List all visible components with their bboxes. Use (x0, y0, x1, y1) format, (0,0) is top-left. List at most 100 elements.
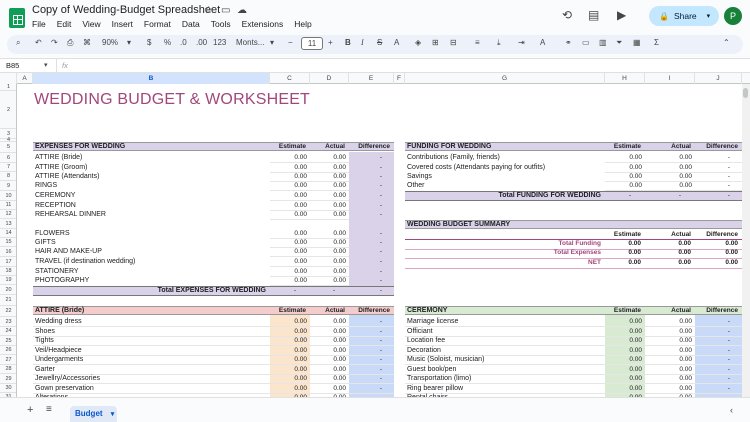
vertical-scrollbar[interactable] (742, 84, 750, 397)
align-left-icon[interactable]: ≡ (475, 38, 480, 47)
column-header[interactable]: G (405, 73, 605, 84)
fill-color-icon[interactable]: ◈ (415, 38, 421, 47)
menu-extensions[interactable]: Extensions (242, 19, 284, 29)
chevron-down-icon[interactable]: ▾ (707, 12, 711, 20)
move-folder-icon[interactable]: ▭ (221, 5, 230, 16)
percent-button[interactable]: % (164, 38, 171, 47)
column-header[interactable]: C (270, 73, 310, 84)
comments-icon[interactable]: ▤ (588, 8, 599, 22)
row-header[interactable]: 11 (0, 201, 16, 210)
column-header[interactable]: H (605, 73, 645, 84)
menu-help[interactable]: Help (294, 19, 311, 29)
row-header[interactable]: 17 (0, 257, 16, 267)
row-header[interactable]: 12 (0, 210, 16, 219)
row-header[interactable]: 30 (0, 384, 16, 393)
row-header[interactable]: 7 (0, 163, 16, 172)
currency-button[interactable]: $ (147, 38, 151, 47)
text-color-icon[interactable]: A (394, 38, 399, 47)
menu-edit[interactable]: Edit (57, 19, 72, 29)
link-icon[interactable]: ⚭ (565, 38, 572, 47)
functions-icon[interactable]: Σ (654, 38, 659, 47)
history-icon[interactable]: ⟲ (562, 8, 572, 22)
name-box[interactable]: B85 (6, 61, 19, 70)
text-rotate-icon[interactable]: A (540, 38, 545, 47)
sheet-tab-budget[interactable]: Budget ▾ (70, 406, 117, 422)
column-header[interactable]: D (310, 73, 349, 84)
row-header[interactable]: 20 (0, 285, 16, 295)
menu-insert[interactable]: Insert (112, 19, 133, 29)
add-sheet-icon[interactable]: + (27, 404, 33, 416)
all-sheets-icon[interactable]: ≡ (46, 404, 52, 415)
row-header[interactable]: 14 (0, 229, 16, 238)
column-header[interactable]: J (695, 73, 742, 84)
menu-view[interactable]: View (82, 19, 100, 29)
print-icon[interactable]: ⎙ (67, 38, 73, 48)
document-title[interactable]: Copy of Wedding-Budget Spreadsheet (32, 4, 220, 16)
row-header[interactable]: 25 (0, 336, 16, 346)
sheet-grid[interactable]: WEDDING BUDGET & WORKSHEET EXPENSES FOR … (17, 84, 742, 397)
row-header[interactable]: 9 (0, 181, 16, 191)
row-header[interactable]: 19 (0, 276, 16, 285)
increase-decimal-button[interactable]: .00 (196, 38, 207, 47)
insert-chart-icon[interactable]: ▥ (599, 38, 607, 47)
row-header[interactable]: 22 (0, 306, 16, 317)
column-header[interactable]: F (394, 73, 405, 84)
row-header[interactable]: 6 (0, 153, 16, 163)
row-header[interactable]: 1 (0, 84, 16, 91)
column-header[interactable]: A (17, 73, 33, 84)
row-header[interactable]: 13 (0, 219, 16, 229)
more-formats-button[interactable]: 123 (213, 38, 226, 47)
merge-cells-icon[interactable]: ⊟ (450, 38, 457, 47)
row-header[interactable]: 21 (0, 295, 16, 306)
undo-icon[interactable]: ↶ (35, 38, 42, 47)
text-wrap-icon[interactable]: ⇥ (518, 38, 525, 47)
chevron-left-icon[interactable]: ‹ (730, 405, 733, 415)
chevron-down-icon[interactable]: ▾ (127, 38, 131, 47)
menu-tools[interactable]: Tools (211, 19, 231, 29)
redo-icon[interactable]: ↷ (51, 38, 58, 47)
filter-views-icon[interactable]: ▦ (633, 38, 641, 47)
row-header[interactable]: 28 (0, 365, 16, 374)
row-header[interactable]: 15 (0, 238, 16, 247)
formula-input[interactable] (80, 61, 730, 71)
column-header[interactable]: E (349, 73, 394, 84)
avatar[interactable]: P (724, 7, 742, 25)
sheets-logo-icon[interactable] (9, 8, 25, 28)
column-header[interactable]: I (645, 73, 695, 84)
row-header[interactable]: 24 (0, 327, 16, 336)
zoom-select[interactable]: 90% (102, 38, 118, 47)
italic-icon[interactable]: I (361, 38, 364, 47)
row-header[interactable]: 2 (0, 91, 16, 129)
insert-comment-icon[interactable]: ▭ (582, 38, 590, 47)
cloud-status-icon[interactable]: ☁ (237, 5, 247, 16)
scrollbar-thumb[interactable] (743, 88, 748, 98)
bold-icon[interactable]: B (345, 38, 351, 47)
row-header[interactable]: 5 (0, 142, 16, 153)
row-header[interactable]: 18 (0, 267, 16, 276)
menu-data[interactable]: Data (182, 19, 200, 29)
meet-icon[interactable]: ▶ (617, 8, 626, 22)
chevron-down-icon[interactable]: ▾ (270, 38, 274, 47)
row-header[interactable]: 16 (0, 247, 16, 257)
menu-file[interactable]: File (32, 19, 46, 29)
row-header[interactable]: 10 (0, 191, 16, 201)
select-all-corner[interactable] (0, 73, 17, 84)
strikethrough-icon[interactable]: S (377, 38, 382, 47)
column-header[interactable]: B (33, 73, 270, 84)
chevron-down-icon[interactable]: ▾ (44, 61, 48, 69)
row-header[interactable]: 8 (0, 172, 16, 181)
chevron-down-icon[interactable]: ▾ (111, 411, 115, 418)
star-icon[interactable]: ☆ (204, 5, 213, 16)
font-select[interactable]: Monts... (236, 38, 264, 47)
collapse-toolbar-icon[interactable]: ⌃ (723, 38, 730, 47)
row-header[interactable]: 26 (0, 346, 16, 355)
row-header[interactable]: 29 (0, 374, 16, 384)
search-icon[interactable]: ⌕ (16, 38, 20, 48)
borders-icon[interactable]: ⊞ (432, 38, 439, 47)
vertical-align-icon[interactable]: ⤓ (497, 38, 501, 48)
font-size-increase-icon[interactable]: + (328, 38, 333, 47)
menu-format[interactable]: Format (144, 19, 171, 29)
row-header[interactable]: 23 (0, 317, 16, 327)
row-header[interactable]: 27 (0, 355, 16, 365)
paint-format-icon[interactable]: ⌘ (83, 38, 91, 47)
